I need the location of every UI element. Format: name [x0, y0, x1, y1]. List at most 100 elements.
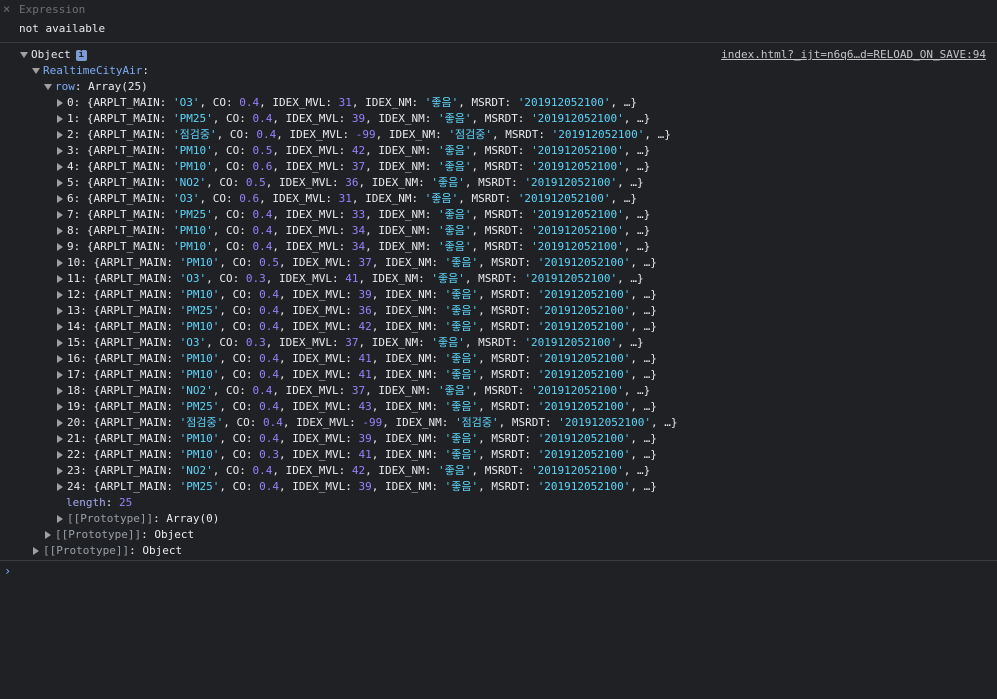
row-entry[interactable]: 21: {ARPLT_MAIN: 'PM10', CO: 0.4, IDEX_M…: [57, 431, 657, 447]
row-entry[interactable]: 12: {ARPLT_MAIN: 'PM10', CO: 0.4, IDEX_M…: [57, 287, 657, 303]
expand-triangle-icon[interactable]: [57, 291, 63, 299]
co-value: 0.3: [245, 272, 266, 285]
row-entry[interactable]: 3: {ARPLT_MAIN: 'PM10', CO: 0.5, IDEX_MV…: [57, 143, 650, 159]
msrdt-value: '201912052100': [537, 480, 631, 493]
info-icon[interactable]: i: [75, 49, 87, 61]
row-entry[interactable]: 6: {ARPLT_MAIN: 'O3', CO: 0.6, IDEX_MVL:…: [57, 191, 637, 207]
prototype-object-node-root[interactable]: [[Prototype]]: Object: [33, 543, 182, 559]
expand-triangle-icon[interactable]: [57, 339, 63, 347]
expand-triangle-icon[interactable]: [57, 403, 63, 411]
row-entry[interactable]: 11: {ARPLT_MAIN: 'O3', CO: 0.3, IDEX_MVL…: [57, 271, 644, 287]
row-entry[interactable]: 1: {ARPLT_MAIN: 'PM25', CO: 0.4, IDEX_MV…: [57, 111, 650, 127]
row-index: 14: [67, 320, 81, 333]
expand-triangle-icon[interactable]: [57, 195, 63, 203]
row-entry[interactable]: 20: {ARPLT_MAIN: '점검중', CO: 0.4, IDEX_MV…: [57, 415, 678, 431]
console-prompt[interactable]: ›: [0, 560, 997, 581]
object-node[interactable]: Object i: [20, 47, 87, 63]
expand-triangle-icon[interactable]: [57, 163, 63, 171]
expression-input[interactable]: Expression: [19, 3, 85, 16]
idex-mvl-value: 41: [358, 448, 372, 461]
row-entry[interactable]: 15: {ARPLT_MAIN: 'O3', CO: 0.3, IDEX_MVL…: [57, 335, 644, 351]
msrdt-value: '201912052100': [531, 384, 624, 397]
expand-triangle-icon[interactable]: [57, 147, 63, 155]
row-index: 23: [67, 464, 81, 477]
expand-triangle-icon[interactable]: [57, 467, 63, 475]
expand-triangle-icon[interactable]: [57, 227, 63, 235]
expand-triangle-icon[interactable]: [33, 547, 39, 555]
co-value: 0.5: [245, 176, 266, 189]
row-node[interactable]: row: Array(25): [44, 79, 148, 95]
expand-triangle-icon[interactable]: [44, 84, 52, 90]
expand-triangle-icon[interactable]: [32, 68, 40, 74]
row-entry[interactable]: 8: {ARPLT_MAIN: 'PM10', CO: 0.4, IDEX_MV…: [57, 223, 650, 239]
row-entry[interactable]: 5: {ARPLT_MAIN: 'NO2', CO: 0.5, IDEX_MVL…: [57, 175, 644, 191]
arplt-main-value: 'PM10': [172, 160, 213, 173]
expand-triangle-icon[interactable]: [57, 179, 63, 187]
row-entry[interactable]: 16: {ARPLT_MAIN: 'PM10', CO: 0.4, IDEX_M…: [57, 351, 657, 367]
row-entry[interactable]: 4: {ARPLT_MAIN: 'PM10', CO: 0.6, IDEX_MV…: [57, 159, 650, 175]
idex-mvl-value: 39: [358, 432, 372, 445]
arplt-main-value: 'O3': [172, 192, 200, 205]
idex-nm-value: '점검중': [455, 416, 499, 429]
row-entry[interactable]: 9: {ARPLT_MAIN: 'PM10', CO: 0.4, IDEX_MV…: [57, 239, 650, 255]
realtime-key: RealtimeCityAir: [43, 64, 143, 77]
source-link[interactable]: index.html?_ijt=n6q6…d=RELOAD_ON_SAVE:94: [721, 48, 986, 61]
expand-triangle-icon[interactable]: [57, 451, 63, 459]
expand-triangle-icon[interactable]: [57, 211, 63, 219]
idex-mvl-value: 41: [345, 272, 359, 285]
expand-triangle-icon[interactable]: [57, 259, 63, 267]
idex-mvl-value: 42: [351, 144, 366, 157]
prototype-object-node[interactable]: [[Prototype]]: Object: [45, 527, 194, 543]
expand-triangle-icon[interactable]: [57, 243, 63, 251]
idex-nm-value: '좋음': [431, 272, 465, 285]
watch-expression: × Expression not available: [0, 0, 997, 43]
row-entry[interactable]: 10: {ARPLT_MAIN: 'PM10', CO: 0.5, IDEX_M…: [57, 255, 657, 271]
expand-triangle-icon[interactable]: [57, 131, 63, 139]
idex-mvl-value: 34: [351, 240, 366, 253]
prompt-chevron-icon: ›: [4, 564, 12, 578]
expand-triangle-icon[interactable]: [57, 387, 63, 395]
expand-triangle-icon[interactable]: [20, 52, 28, 58]
row-entry[interactable]: 22: {ARPLT_MAIN: 'PM10', CO: 0.3, IDEX_M…: [57, 447, 657, 463]
expand-triangle-icon[interactable]: [57, 419, 63, 427]
expand-triangle-icon[interactable]: [57, 275, 63, 283]
idex-nm-value: '좋음': [437, 224, 472, 237]
row-entry[interactable]: 24: {ARPLT_MAIN: 'PM25', CO: 0.4, IDEX_M…: [57, 479, 657, 495]
expand-triangle-icon[interactable]: [57, 483, 63, 491]
idex-mvl-value: 34: [351, 224, 366, 237]
arplt-main-value: 'PM25': [172, 208, 213, 221]
expand-triangle-icon[interactable]: [57, 371, 63, 379]
row-index: 0: [67, 96, 74, 109]
object-label: Object: [31, 48, 71, 61]
row-entry[interactable]: 23: {ARPLT_MAIN: 'NO2', CO: 0.4, IDEX_MV…: [57, 463, 650, 479]
realtime-node[interactable]: RealtimeCityAir:: [32, 63, 149, 79]
co-value: 0.4: [252, 464, 273, 477]
prototype-array-node[interactable]: [[Prototype]]: Array(0): [57, 511, 219, 527]
row-entry[interactable]: 13: {ARPLT_MAIN: 'PM25', CO: 0.4, IDEX_M…: [57, 303, 657, 319]
row-entry[interactable]: 2: {ARPLT_MAIN: '점검중', CO: 0.4, IDEX_MVL…: [57, 127, 671, 143]
idex-nm-value: '좋음': [431, 336, 465, 349]
row-entry[interactable]: 19: {ARPLT_MAIN: 'PM25', CO: 0.4, IDEX_M…: [57, 399, 657, 415]
expand-triangle-icon[interactable]: [45, 531, 51, 539]
row-entry[interactable]: 7: {ARPLT_MAIN: 'PM25', CO: 0.4, IDEX_MV…: [57, 207, 650, 223]
idex-nm-value: '좋음': [424, 192, 459, 205]
row-entry[interactable]: 18: {ARPLT_MAIN: 'NO2', CO: 0.4, IDEX_MV…: [57, 383, 650, 399]
row-entry[interactable]: 17: {ARPLT_MAIN: 'PM10', CO: 0.4, IDEX_M…: [57, 367, 657, 383]
row-entry[interactable]: 0: {ARPLT_MAIN: 'O3', CO: 0.4, IDEX_MVL:…: [57, 95, 637, 111]
close-icon[interactable]: ×: [3, 2, 10, 16]
prototype-object-value: Object: [142, 544, 183, 557]
expand-triangle-icon[interactable]: [57, 115, 63, 123]
row-entry[interactable]: 14: {ARPLT_MAIN: 'PM10', CO: 0.4, IDEX_M…: [57, 319, 657, 335]
msrdt-value: '201912052100': [537, 320, 631, 333]
expand-triangle-icon[interactable]: [57, 355, 63, 363]
idex-mvl-value: 31: [338, 96, 352, 109]
expand-triangle-icon[interactable]: [57, 323, 63, 331]
expand-triangle-icon[interactable]: [57, 515, 63, 523]
expand-triangle-icon[interactable]: [57, 307, 63, 315]
idex-mvl-value: 37: [345, 336, 359, 349]
idex-mvl-value: 39: [351, 112, 366, 125]
expand-triangle-icon[interactable]: [57, 435, 63, 443]
msrdt-value: '201912052100': [524, 176, 618, 189]
expand-triangle-icon[interactable]: [57, 99, 63, 107]
co-value: 0.3: [259, 448, 279, 461]
